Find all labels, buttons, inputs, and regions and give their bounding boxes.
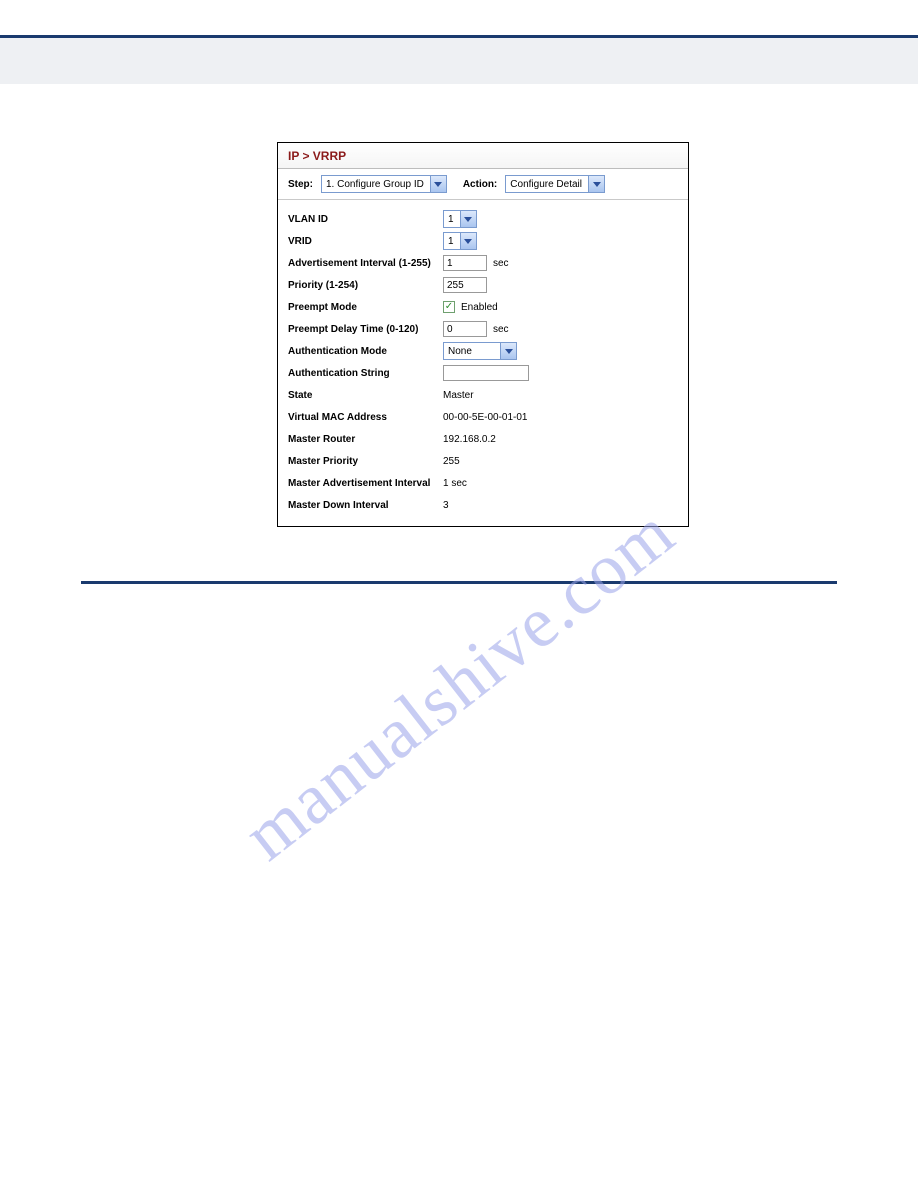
master-down-label: Master Down Interval bbox=[288, 500, 443, 511]
preempt-enabled-text: Enabled bbox=[461, 302, 498, 313]
row-vlan-id: VLAN ID 1 bbox=[288, 208, 678, 230]
master-router-value: 192.168.0.2 bbox=[443, 434, 496, 445]
action-select-value: Configure Detail bbox=[506, 179, 588, 190]
row-vmac: Virtual MAC Address 00-00-5E-00-01-01 bbox=[288, 406, 678, 428]
chevron-down-icon bbox=[460, 233, 476, 249]
preempt-delay-label: Preempt Delay Time (0-120) bbox=[288, 324, 443, 335]
row-master-router: Master Router 192.168.0.2 bbox=[288, 428, 678, 450]
header-band bbox=[0, 38, 918, 84]
auth-mode-label: Authentication Mode bbox=[288, 346, 443, 357]
master-adv-label: Master Advertisement Interval bbox=[288, 478, 443, 489]
section-divider bbox=[81, 581, 837, 584]
master-priority-value: 255 bbox=[443, 456, 460, 467]
priority-input[interactable] bbox=[443, 277, 487, 293]
preempt-mode-label: Preempt Mode bbox=[288, 302, 443, 313]
master-down-value: 3 bbox=[443, 500, 449, 511]
master-priority-label: Master Priority bbox=[288, 456, 443, 467]
step-select-value: 1. Configure Group ID bbox=[322, 179, 430, 190]
preempt-delay-input[interactable] bbox=[443, 321, 487, 337]
adv-interval-unit: sec bbox=[493, 258, 509, 269]
form-body: VLAN ID 1 VRID 1 Adverti bbox=[278, 200, 688, 526]
action-label: Action: bbox=[463, 179, 497, 190]
vrrp-panel: IP > VRRP Step: 1. Configure Group ID Ac… bbox=[277, 142, 689, 527]
vmac-value: 00-00-5E-00-01-01 bbox=[443, 412, 528, 423]
vrid-label: VRID bbox=[288, 236, 443, 247]
auth-string-label: Authentication String bbox=[288, 368, 443, 379]
step-action-row: Step: 1. Configure Group ID Action: Conf… bbox=[278, 169, 688, 200]
row-auth-mode: Authentication Mode None bbox=[288, 340, 678, 362]
chevron-down-icon bbox=[500, 343, 516, 359]
auth-string-input[interactable] bbox=[443, 365, 529, 381]
row-state: State Master bbox=[288, 384, 678, 406]
action-select[interactable]: Configure Detail bbox=[505, 175, 605, 193]
row-vrid: VRID 1 bbox=[288, 230, 678, 252]
row-preempt-mode: Preempt Mode Enabled bbox=[288, 296, 678, 318]
vrid-value: 1 bbox=[444, 236, 460, 247]
page-content: manualshive.com IP > VRRP Step: 1. Confi… bbox=[0, 84, 918, 584]
watermark: manualshive.com bbox=[228, 491, 690, 877]
preempt-checkbox[interactable] bbox=[443, 301, 455, 313]
step-select[interactable]: 1. Configure Group ID bbox=[321, 175, 447, 193]
panel-breadcrumb: IP > VRRP bbox=[278, 143, 688, 169]
auth-mode-select[interactable]: None bbox=[443, 342, 517, 360]
row-auth-string: Authentication String bbox=[288, 362, 678, 384]
row-master-adv: Master Advertisement Interval 1 sec bbox=[288, 472, 678, 494]
adv-interval-input[interactable] bbox=[443, 255, 487, 271]
vrid-select[interactable]: 1 bbox=[443, 232, 477, 250]
vmac-label: Virtual MAC Address bbox=[288, 412, 443, 423]
chevron-down-icon bbox=[460, 211, 476, 227]
vlan-id-value: 1 bbox=[444, 214, 460, 225]
preempt-delay-unit: sec bbox=[493, 324, 509, 335]
master-router-label: Master Router bbox=[288, 434, 443, 445]
vlan-id-label: VLAN ID bbox=[288, 214, 443, 225]
state-label: State bbox=[288, 390, 443, 401]
step-label: Step: bbox=[288, 179, 313, 190]
vlan-id-select[interactable]: 1 bbox=[443, 210, 477, 228]
state-value: Master bbox=[443, 390, 474, 401]
row-master-down: Master Down Interval 3 bbox=[288, 494, 678, 516]
auth-mode-value: None bbox=[444, 346, 500, 357]
row-preempt-delay: Preempt Delay Time (0-120) sec bbox=[288, 318, 678, 340]
row-priority: Priority (1-254) bbox=[288, 274, 678, 296]
top-bar bbox=[0, 0, 918, 38]
master-adv-value: 1 sec bbox=[443, 478, 467, 489]
priority-label: Priority (1-254) bbox=[288, 280, 443, 291]
adv-interval-label: Advertisement Interval (1-255) bbox=[288, 258, 443, 269]
chevron-down-icon bbox=[588, 176, 604, 192]
row-adv-interval: Advertisement Interval (1-255) sec bbox=[288, 252, 678, 274]
row-master-priority: Master Priority 255 bbox=[288, 450, 678, 472]
chevron-down-icon bbox=[430, 176, 446, 192]
